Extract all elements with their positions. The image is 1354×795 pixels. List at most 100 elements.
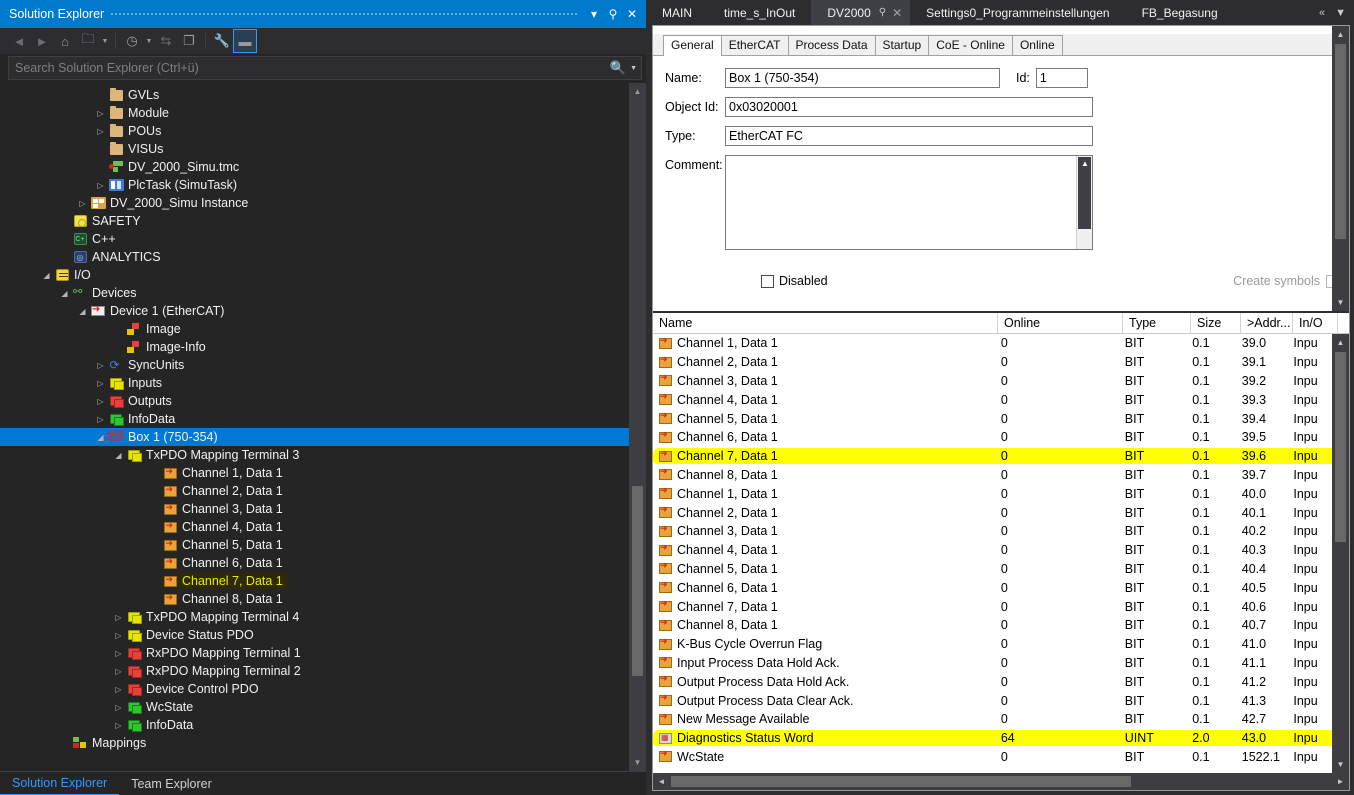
comment-field[interactable]: ▲	[725, 155, 1093, 250]
search-dropdown-icon[interactable]: ▼	[628, 65, 637, 72]
grid-scroll-right-icon[interactable]: ►	[1332, 773, 1349, 790]
show-all-files-icon[interactable]: ❐	[178, 30, 200, 52]
expander-icon[interactable]: ▷	[112, 721, 125, 730]
grid-scroll-down-icon[interactable]: ▼	[1332, 756, 1349, 773]
grid-vscrollbar-thumb[interactable]	[1335, 352, 1346, 542]
general-pane-scrollbar[interactable]: ▲ ▼	[1332, 26, 1349, 311]
table-row[interactable]: Channel 8, Data 1 0 BIT 0.1 39.7 Inpu	[653, 466, 1332, 485]
tree-item[interactable]: ▷ Module	[0, 104, 629, 122]
grid-horizontal-scrollbar[interactable]: ◄ ►	[653, 773, 1349, 790]
close-tab-icon[interactable]: ✕	[892, 6, 902, 20]
tree-item[interactable]: ▷ InfoData	[0, 716, 629, 734]
expander-icon[interactable]: ▷	[94, 415, 107, 424]
document-tab[interactable]: FB_Begasung	[1126, 0, 1234, 25]
expander-icon[interactable]: ◢	[58, 289, 71, 298]
expander-icon[interactable]: ▷	[94, 361, 107, 370]
back-icon[interactable]: ◄	[8, 30, 30, 52]
tree-item[interactable]: ▷ Device Control PDO	[0, 680, 629, 698]
properties-icon[interactable]: 🔧	[211, 30, 233, 52]
expander-icon[interactable]: ▷	[76, 199, 89, 208]
table-row[interactable]: Channel 4, Data 1 0 BIT 0.1 39.3 Inpu	[653, 390, 1332, 409]
table-row[interactable]: Channel 8, Data 1 0 BIT 0.1 40.7 Inpu	[653, 616, 1332, 635]
tab-team-explorer[interactable]: Team Explorer	[119, 772, 224, 795]
tree-item[interactable]: Channel 2, Data 1	[0, 482, 629, 500]
expander-icon[interactable]: ◢	[76, 307, 89, 316]
table-row[interactable]: Output Process Data Clear Ack. 0 BIT 0.1 41.…	[653, 691, 1332, 710]
table-row[interactable]: WcState 0 BIT 0.1 1522.1 Inpu	[653, 748, 1332, 767]
table-row[interactable]: Channel 3, Data 1 0 BIT 0.1 39.2 Inpu	[653, 372, 1332, 391]
pin-icon[interactable]: ⚲	[605, 3, 621, 25]
forward-icon[interactable]: ►	[31, 30, 53, 52]
tree-item[interactable]: GVLs	[0, 86, 629, 104]
new-folder-icon[interactable]: 🗀	[77, 30, 99, 52]
table-row[interactable]: Channel 1, Data 1 0 BIT 0.1 39.0 Inpu	[653, 334, 1332, 353]
tree-item[interactable]: Channel 8, Data 1	[0, 590, 629, 608]
tree-item[interactable]: ▷ DV_2000_Simu Instance	[0, 194, 629, 212]
new-folder-dropdown-icon[interactable]: ▼	[100, 30, 110, 52]
tree-item[interactable]: Channel 7, Data 1	[0, 572, 629, 590]
table-row[interactable]: Channel 5, Data 1 0 BIT 0.1 40.4 Inpu	[653, 560, 1332, 579]
document-tab[interactable]: MAIN	[646, 0, 708, 25]
table-row[interactable]: Channel 2, Data 1 0 BIT 0.1 39.1 Inpu	[653, 353, 1332, 372]
table-row[interactable]: Channel 5, Data 1 0 BIT 0.1 39.4 Inpu	[653, 409, 1332, 428]
search-input[interactable]: Search Solution Explorer (Ctrl+ü) 🔍 ▼	[8, 56, 642, 80]
tree-item[interactable]: ▷ RxPDO Mapping Terminal 1	[0, 644, 629, 662]
property-tab[interactable]: EtherCAT	[720, 35, 789, 55]
tab-solution-explorer[interactable]: Solution Explorer	[0, 772, 120, 795]
table-row[interactable]: Channel 6, Data 1 0 BIT 0.1 39.5 Inpu	[653, 428, 1332, 447]
tree-item[interactable]: Channel 4, Data 1	[0, 518, 629, 536]
general-scrollbar-thumb[interactable]	[1335, 44, 1346, 239]
pending-changes-dropdown-icon[interactable]: ▼	[144, 30, 154, 52]
tree-item[interactable]: ▷ POUs	[0, 122, 629, 140]
grid-column-header[interactable]: Type	[1123, 313, 1191, 334]
grid-column-header[interactable]: >Addr...	[1241, 313, 1293, 334]
grid-scroll-left-icon[interactable]: ◄	[653, 773, 670, 790]
table-row[interactable]: Diagnostics Status Word 64 UINT 2.0 43.0 Inpu	[653, 729, 1332, 748]
table-row[interactable]: Channel 4, Data 1 0 BIT 0.1 40.3 Inpu	[653, 541, 1332, 560]
comment-scroll-up-icon[interactable]: ▲	[1077, 156, 1093, 171]
grid-scroll-up-icon[interactable]: ▲	[1332, 334, 1349, 351]
type-field[interactable]: EtherCAT FC	[725, 126, 1093, 146]
home-icon[interactable]: ⌂	[54, 30, 76, 52]
panel-dropdown-icon[interactable]: ▾	[586, 3, 602, 25]
property-tab[interactable]: Online	[1011, 35, 1063, 55]
grid-vertical-scrollbar[interactable]: ▲ ▼	[1332, 334, 1349, 773]
grid-column-header[interactable]: Online	[998, 313, 1123, 334]
tree-item[interactable]: Channel 1, Data 1	[0, 464, 629, 482]
document-tab[interactable]: Settings0_Programmeinstellungen	[910, 0, 1125, 25]
tree-item[interactable]: Channel 6, Data 1	[0, 554, 629, 572]
tree-item[interactable]: ▷ ⟳ SyncUnits	[0, 356, 629, 374]
tree-item[interactable]: ▷ Inputs	[0, 374, 629, 392]
document-tab[interactable]: DV2000 ⚲ ✕	[811, 0, 911, 25]
tree-item[interactable]: ◎ ANALYTICS	[0, 248, 629, 266]
tree-item[interactable]: ▷ PlcTask (SimuTask)	[0, 176, 629, 194]
table-row[interactable]: Channel 2, Data 1 0 BIT 0.1 40.1 Inpu	[653, 503, 1332, 522]
pin-tab-icon[interactable]: ⚲	[879, 7, 886, 18]
table-row[interactable]: Output Process Data Hold Ack. 0 BIT 0.1 41.2…	[653, 672, 1332, 691]
tree-item[interactable]: C+ C++	[0, 230, 629, 248]
grid-column-header[interactable]: Size	[1191, 313, 1241, 334]
table-row[interactable]: Channel 7, Data 1 0 BIT 0.1 39.6 Inpu	[653, 447, 1332, 466]
tree-item[interactable]: ▷ WcState	[0, 698, 629, 716]
object-id-field[interactable]: 0x03020001	[725, 97, 1093, 117]
tree-item[interactable]: ◢ ⚯ Devices	[0, 284, 629, 302]
search-icon[interactable]: 🔍	[608, 60, 628, 76]
pending-changes-icon[interactable]: ◷	[121, 30, 143, 52]
tree-item[interactable]: VISUs	[0, 140, 629, 158]
table-row[interactable]: New Message Available 0 BIT 0.1 42.7 Inpu	[653, 710, 1332, 729]
general-scroll-up-icon[interactable]: ▲	[1332, 26, 1349, 43]
expander-icon[interactable]: ◢	[94, 433, 107, 442]
tree-item[interactable]: ▷ TxPDO Mapping Terminal 4	[0, 608, 629, 626]
tree-item[interactable]: ◢ TxPDO Mapping Terminal 3	[0, 446, 629, 464]
disabled-checkbox[interactable]	[761, 274, 774, 288]
name-field[interactable]: Box 1 (750-354)	[725, 68, 1000, 88]
expander-icon[interactable]: ▷	[112, 631, 125, 640]
tree-item[interactable]: Mappings	[0, 734, 629, 752]
tree-vertical-scrollbar[interactable]: ▲ ▼	[629, 83, 646, 771]
scrollbar-thumb[interactable]	[632, 486, 643, 676]
document-tab[interactable]: time_s_InOut	[708, 0, 811, 25]
close-icon[interactable]: ✕	[624, 3, 640, 25]
property-tab[interactable]: General	[663, 35, 722, 56]
expander-icon[interactable]: ▷	[112, 667, 125, 676]
table-row[interactable]: Channel 6, Data 1 0 BIT 0.1 40.5 Inpu	[653, 578, 1332, 597]
